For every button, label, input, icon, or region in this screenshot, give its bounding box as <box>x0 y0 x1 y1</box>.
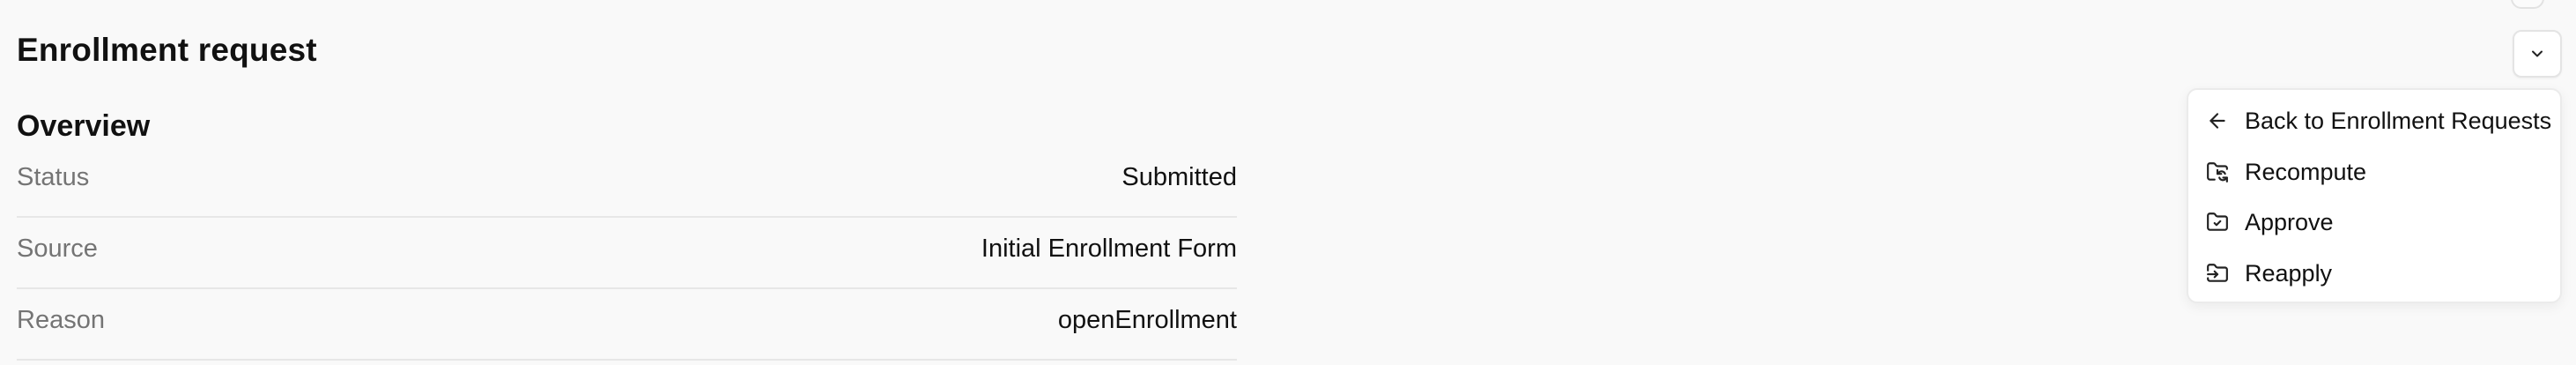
folder-check-icon <box>2204 209 2231 235</box>
top-partial-control <box>2511 0 2544 9</box>
source-label: Source <box>17 235 98 263</box>
overview-row-reason: Reason openEnrollment <box>17 289 1237 361</box>
menu-item-label: Approve <box>2245 208 2334 235</box>
overview-row-source: Source Initial Enrollment Form <box>17 218 1237 289</box>
menu-item-approve[interactable]: Approve <box>2204 200 2334 244</box>
source-value: Initial Enrollment Form <box>981 235 1237 263</box>
actions-menu-toggle-button[interactable] <box>2513 30 2562 78</box>
chevron-down-icon <box>2532 50 2543 57</box>
menu-item-label: Recompute <box>2245 158 2367 185</box>
arrow-left-icon <box>2204 108 2231 134</box>
menu-item-back-to-enrollment-requests[interactable]: Back to Enrollment Requests <box>2204 99 2551 143</box>
folder-input-icon <box>2204 260 2231 287</box>
status-value: Submitted <box>1121 163 1237 191</box>
enrollment-request-page: Enrollment request Overview Status Submi… <box>0 0 2576 365</box>
overview-heading: Overview <box>17 109 151 143</box>
reason-label: Reason <box>17 306 105 334</box>
actions-dropdown-menu: Back to Enrollment Requests Recompute Ap… <box>2187 88 2562 303</box>
menu-item-reapply[interactable]: Reapply <box>2204 251 2332 295</box>
reason-value: openEnrollment <box>1057 306 1237 334</box>
menu-item-label: Back to Enrollment Requests <box>2245 107 2552 134</box>
overview-row-status: Status Submitted <box>17 146 1237 218</box>
page-title: Enrollment request <box>17 32 317 68</box>
menu-item-label: Reapply <box>2245 259 2333 287</box>
menu-item-recompute[interactable]: Recompute <box>2204 150 2366 194</box>
overview-list: Status Submitted Source Initial Enrollme… <box>17 146 1237 361</box>
status-label: Status <box>17 163 90 191</box>
folder-sync-icon <box>2204 159 2231 185</box>
